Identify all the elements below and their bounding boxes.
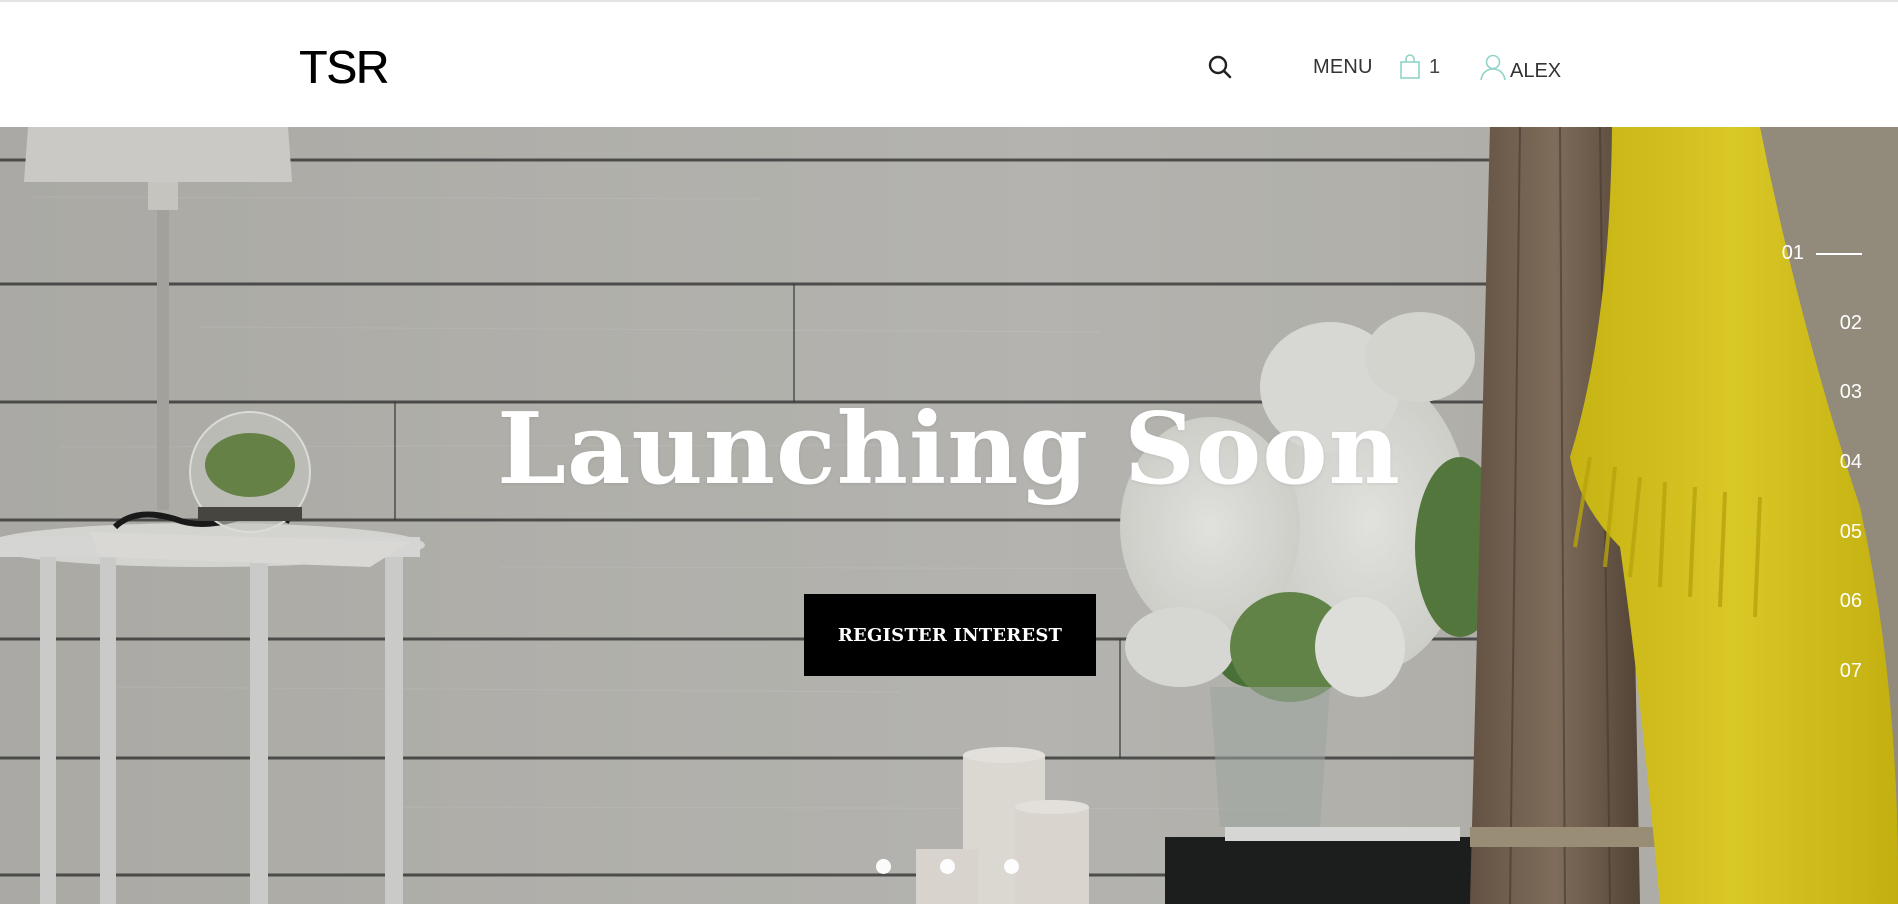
register-interest-button[interactable]: REGISTER INTEREST bbox=[804, 594, 1096, 676]
site-logo[interactable]: TSR bbox=[299, 40, 389, 94]
slide-nav-item-06[interactable]: 06 bbox=[1742, 567, 1862, 637]
carousel-dots bbox=[876, 859, 1068, 874]
cart-button[interactable]: 1 bbox=[1399, 52, 1440, 82]
carousel-dot-1[interactable] bbox=[876, 859, 891, 874]
slide-number-nav: 01 02 03 04 05 06 07 bbox=[1742, 219, 1862, 706]
user-icon bbox=[1480, 54, 1506, 81]
slide-nav-item-03[interactable]: 03 bbox=[1742, 358, 1862, 428]
slide-nav-item-04[interactable]: 04 bbox=[1742, 428, 1862, 498]
hero-slider: Launching Soon REGISTER INTEREST 01 02 0… bbox=[0, 127, 1898, 904]
slide-nav-item-05[interactable]: 05 bbox=[1742, 497, 1862, 567]
hero-background-image bbox=[0, 127, 1898, 904]
account-button[interactable]: ALEX bbox=[1478, 50, 1561, 84]
slide-nav-item-07[interactable]: 07 bbox=[1742, 637, 1862, 707]
site-header: TSR MENU 1 ALEX bbox=[0, 2, 1898, 127]
hero-title: Launching Soon bbox=[497, 392, 1401, 507]
search-icon bbox=[1208, 55, 1232, 79]
slide-nav-item-02[interactable]: 02 bbox=[1742, 289, 1862, 359]
shopping-bag-icon bbox=[1400, 54, 1420, 79]
slide-nav-item-01[interactable]: 01 bbox=[1742, 219, 1862, 289]
carousel-dot-3[interactable] bbox=[1004, 859, 1019, 874]
carousel-dot-2[interactable] bbox=[940, 859, 955, 874]
cart-count: 1 bbox=[1429, 55, 1441, 78]
account-name: ALEX bbox=[1510, 60, 1562, 82]
menu-button[interactable]: MENU bbox=[1313, 56, 1373, 79]
active-slide-indicator bbox=[1816, 252, 1862, 255]
search-button[interactable] bbox=[1205, 52, 1237, 84]
